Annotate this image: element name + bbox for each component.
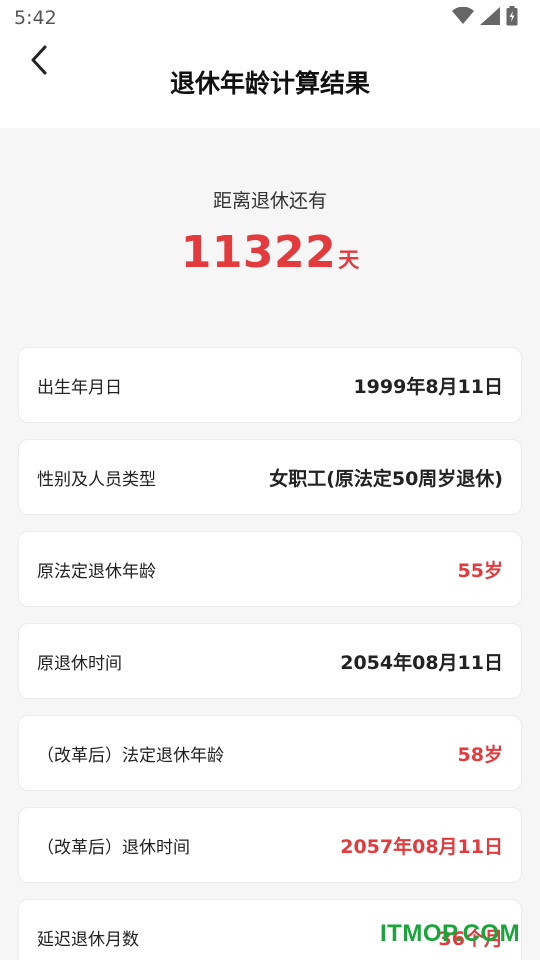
row-label: （改革后）法定退休年龄 [37,745,224,766]
row-label: （改革后）退休时间 [37,837,190,858]
row-new-retirement-date: （改革后）退休时间 2057年08月11日 [18,807,522,883]
page-title: 退休年龄计算结果 [169,69,370,98]
row-value: 女职工(原法定50周岁退休) [269,467,503,490]
row-value: 2057年08月11日 [340,835,503,858]
battery-icon [506,6,518,30]
row-label: 性别及人员类型 [37,469,156,490]
row-label: 出生年月日 [37,377,122,398]
row-gender-type: 性别及人员类型 女职工(原法定50周岁退休) [18,439,522,515]
days-unit: 天 [338,248,360,272]
days-remaining-number: 11322 [180,227,337,278]
row-value: 2054年08月11日 [340,651,503,674]
signal-icon [480,7,500,29]
retirement-summary: 距离退休还有 11322 天 [0,128,540,328]
row-value: 58岁 [457,743,503,766]
row-original-retirement-date: 原退休时间 2054年08月11日 [18,623,522,699]
row-label: 原退休时间 [37,653,122,674]
row-value: 1999年8月11日 [353,375,503,398]
summary-label: 距离退休还有 [212,190,327,212]
row-original-retirement-age: 原法定退休年龄 55岁 [18,531,522,607]
status-bar: 5:42 [0,0,540,36]
row-birth-date: 出生年月日 1999年8月11日 [18,347,522,423]
header: 退休年龄计算结果 [0,36,540,128]
row-value: 55岁 [457,559,503,582]
row-label: 原法定退休年龄 [37,561,156,582]
status-icons [452,6,518,30]
back-button[interactable] [22,40,56,80]
status-time: 5:42 [14,7,57,29]
row-new-retirement-age: （改革后）法定退休年龄 58岁 [18,715,522,791]
row-label: 延迟退休月数 [37,929,139,950]
watermark: ITMOP.COM [380,920,521,947]
result-list: 出生年月日 1999年8月11日 性别及人员类型 女职工(原法定50周岁退休) … [18,347,522,960]
days-remaining: 11322 天 [0,227,540,278]
chevron-left-icon [31,45,47,75]
wifi-icon [452,6,474,29]
